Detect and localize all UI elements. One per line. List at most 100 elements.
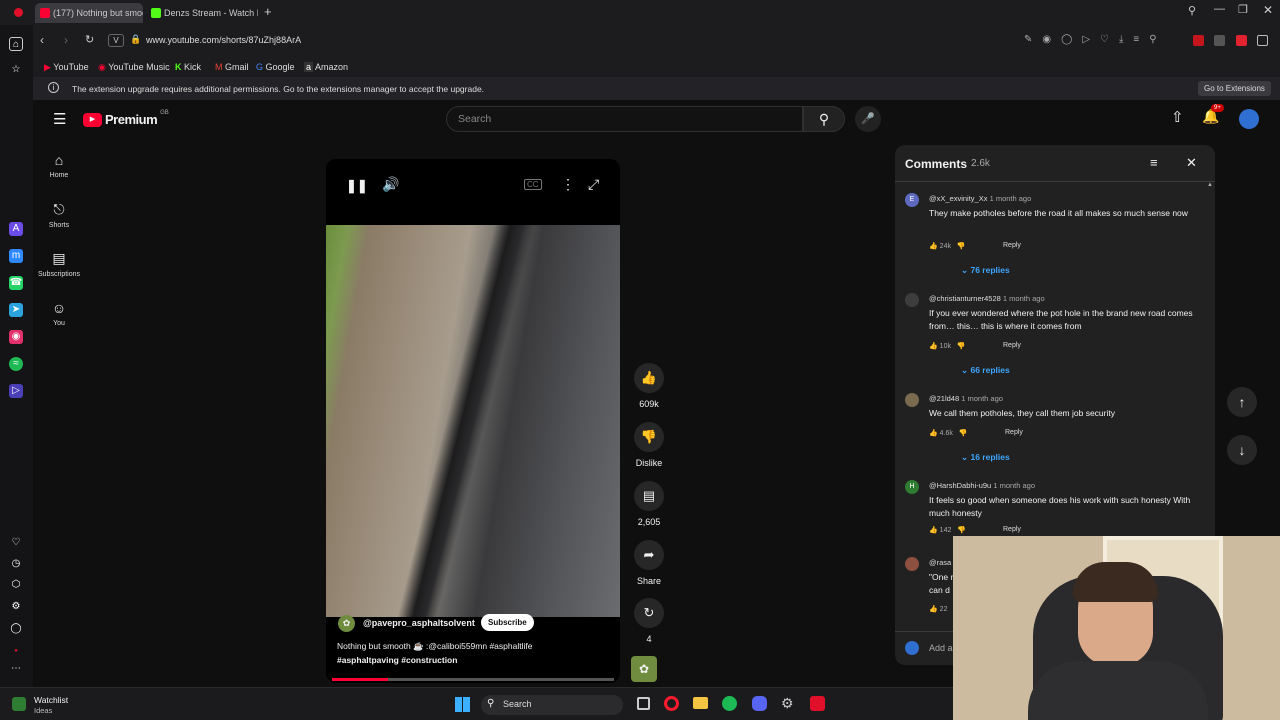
profile-icon[interactable]: ⚲ [1149,34,1166,45]
settings-gear-icon[interactable]: ⚙ [9,600,23,614]
player-icon[interactable]: ▷ [9,384,23,398]
edit-icon[interactable]: ✎ [1024,34,1042,45]
close-window-icon[interactable]: ✕ [1263,3,1273,17]
channel-name[interactable]: @pavepro_asphaltsolvent [363,618,475,628]
bulb-icon[interactable]: ◯ [9,622,23,636]
progress-track[interactable] [332,678,614,681]
upload-icon[interactable]: ⇧ [1171,108,1184,126]
messenger-icon[interactable]: m [9,249,23,263]
reload-icon[interactable]: ↻ [85,33,94,46]
opera-gx-icon[interactable] [810,696,825,711]
nav-you[interactable]: ☺ You [33,300,85,327]
heart-sidebar-icon[interactable]: ♡ [9,536,23,550]
commenter-avatar[interactable] [905,393,919,407]
comment-author[interactable]: @xX_exvinity_Xx 1 month ago [929,194,1031,203]
sort-icon[interactable]: ≡ [1150,155,1158,170]
commenter-avatar[interactable]: H [905,480,919,494]
bookmark-gmail[interactable]: M Gmail [215,62,249,72]
short-player[interactable]: ❚❚ 🔊 CC ⋮ ⤢ ✿ @pavepro_asphaltsolvent Su… [326,159,620,683]
play-icon[interactable]: ▷ [1082,34,1100,45]
comment-author[interactable]: @rasa [929,558,951,567]
like-count[interactable]: 👍 10k 👎 [929,342,966,350]
minimize-window-icon[interactable]: — [1214,3,1225,15]
aria-icon[interactable]: A [9,222,23,236]
nav-subscriptions[interactable]: ▤ Subscriptions [33,250,85,278]
star-icon[interactable]: ☆ [9,63,23,77]
download-icon[interactable]: ⤓ [1119,34,1133,45]
view-replies-button[interactable]: ⌄ 16 replies [961,452,1010,463]
like-count[interactable]: 👍 22 [929,605,947,613]
task-view-icon[interactable] [637,697,650,710]
more-icon[interactable]: ⋯ [9,662,23,676]
history-icon[interactable]: ◷ [9,557,23,571]
search-tabs-icon[interactable]: ⚲ [1188,4,1196,17]
search-button[interactable]: ⚲ [803,106,845,132]
comment-author[interactable]: @christianturner4528 1 month ago [929,294,1045,303]
widget-title[interactable]: Watchlist [34,695,68,705]
telegram-icon[interactable]: ➤ [9,303,23,317]
reply-button[interactable]: Reply [1003,342,1021,349]
search-box[interactable]: Search [446,106,803,132]
reply-button[interactable]: Reply [1003,526,1021,533]
add-comment-input[interactable]: Add a [929,643,953,653]
file-explorer-icon[interactable] [693,697,708,709]
maximize-window-icon[interactable]: ❐ [1238,3,1248,16]
dislike-button[interactable]: 👎 Dislike [629,422,669,468]
heart-icon[interactable]: ♡ [1100,34,1119,45]
forward-icon[interactable]: › [64,33,68,47]
back-icon[interactable]: ‹ [40,33,44,47]
taskbar-search[interactable]: ⚲ Search [481,695,623,715]
discord-icon[interactable] [752,696,767,711]
bookmark-youtube[interactable]: ▶ YouTube [44,62,89,73]
volume-icon[interactable]: 🔊 [382,176,399,193]
extension-red-icon[interactable] [1193,35,1204,46]
bookmark-amazon[interactable]: a Amazon [304,62,348,72]
sound-thumbnail[interactable]: ✿ [631,656,657,682]
scrollbar-up-icon[interactable]: ▲ [1207,182,1213,188]
browser-menu-icon[interactable] [14,8,23,17]
commenter-avatar[interactable] [905,293,919,307]
reply-button[interactable]: Reply [1003,242,1021,249]
hamburger-menu-icon[interactable]: ☰ [53,110,66,128]
extensions-puzzle-icon[interactable] [1257,35,1268,46]
bookmark-youtube-music[interactable]: ◉ YouTube Music [98,62,170,73]
comments-button[interactable]: ▤ 2,605 [629,481,669,527]
voice-search-button[interactable]: 🎤 [855,106,881,132]
extension-dark-icon[interactable] [1214,35,1225,46]
next-short-button[interactable]: ↓ [1227,435,1257,465]
like-count[interactable]: 👍 142 👎 [929,526,966,534]
commenter-avatar[interactable]: E [905,193,919,207]
bookmark-google[interactable]: G Google [256,62,295,72]
like-button[interactable]: 👍 609k [629,363,669,409]
nav-home[interactable]: ⌂ Home [33,152,85,179]
remix-button[interactable]: ↻ 4 [629,598,669,644]
reply-button[interactable]: Reply [1005,429,1023,436]
cube-icon[interactable]: ⬡ [9,578,23,592]
youtube-logo[interactable]: ▶ Premium GB [83,110,169,127]
go-to-extensions-button[interactable]: Go to Extensions [1198,81,1271,96]
shield-icon[interactable]: ◯ [1061,34,1082,45]
windows-start-icon[interactable] [455,697,470,712]
view-replies-button[interactable]: ⌄ 66 replies [961,365,1010,376]
share-button[interactable]: ➦ Share [629,540,669,586]
site-badge[interactable]: V [108,34,124,47]
tab-kick-stream[interactable]: Denzs Stream - Watch Live [146,3,258,23]
subscribe-button[interactable]: Subscribe [481,614,534,631]
spotify-icon[interactable]: ≈ [9,357,23,371]
stock-widget-icon[interactable] [12,697,26,711]
pause-icon[interactable]: ❚❚ [346,178,368,194]
settings-taskbar-icon[interactable]: ⚙ [781,695,794,712]
spotify-taskbar-icon[interactable] [722,696,737,711]
tab-youtube-short[interactable]: (177) Nothing but smooth [35,3,143,23]
channel-avatar[interactable]: ✿ [338,615,355,632]
fullscreen-icon[interactable]: ⤢ [588,176,599,193]
extension-ublock-icon[interactable] [1236,35,1247,46]
previous-short-button[interactable]: ↑ [1227,387,1257,417]
bookmark-kick[interactable]: K Kick [175,62,201,72]
comment-author[interactable]: @21ld48 1 month ago [929,394,1003,403]
opera-icon[interactable] [664,696,679,711]
camera-icon[interactable]: ◉ [1042,34,1061,45]
avatar[interactable] [1239,109,1259,129]
like-count[interactable]: 👍 4.6k 👎 [929,429,967,437]
comment-author[interactable]: @HarshDabhi-u9u 1 month ago [929,481,1035,490]
